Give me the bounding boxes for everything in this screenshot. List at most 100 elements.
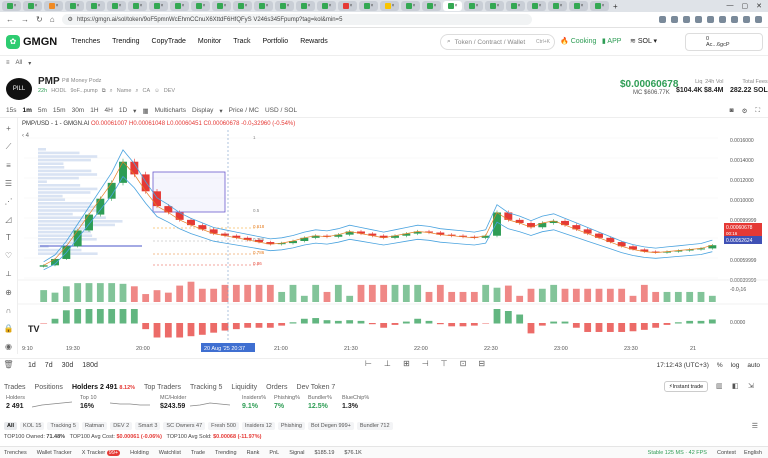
percent-toggle[interactable]: %	[717, 362, 723, 369]
settings-icon[interactable]: ⚙	[742, 107, 748, 115]
trendline-icon[interactable]: ⟋	[6, 142, 12, 152]
footer-rank[interactable]: Rank	[247, 450, 260, 456]
browser-tab[interactable]: ×	[233, 1, 252, 11]
range-1d[interactable]: 1d	[28, 362, 36, 369]
footer-trenches[interactable]: Trenches	[4, 450, 27, 456]
chip-fresh[interactable]: Fresh 500	[208, 422, 239, 430]
fib-icon[interactable]: ☰	[5, 179, 12, 188]
logo[interactable]: ✿ GMGN	[6, 34, 57, 49]
close-icon[interactable]: ×	[77, 3, 80, 9]
footer-language[interactable]: English	[744, 450, 762, 456]
browser-tab[interactable]: ×	[107, 1, 126, 11]
heart-icon[interactable]: ♡	[5, 251, 12, 260]
close-icon[interactable]: ×	[140, 3, 143, 9]
nav-portfolio[interactable]: Portfolio	[263, 38, 289, 45]
tab-trades[interactable]: Trades	[4, 384, 26, 391]
crosshair-icon[interactable]: +	[6, 124, 11, 133]
draw-tool-icon[interactable]: ⊞	[403, 359, 410, 368]
maximize-button[interactable]: ▢	[742, 2, 749, 10]
close-window-button[interactable]: ✕	[756, 2, 762, 10]
interval-1m[interactable]: 1m	[22, 107, 31, 114]
close-icon[interactable]: ×	[287, 3, 290, 9]
close-icon[interactable]: ×	[602, 3, 605, 9]
browser-tab[interactable]: ×	[338, 1, 357, 11]
instant-trade-button[interactable]: ⚡ Instant trade	[664, 381, 708, 392]
browser-tab[interactable]: ×	[128, 1, 147, 11]
footer-signal[interactable]: Signal	[289, 450, 304, 456]
browser-tab[interactable]: ×	[548, 1, 567, 11]
footer-holding[interactable]: Holding	[130, 450, 149, 456]
site-info-icon[interactable]: ⚙	[68, 16, 73, 23]
chain-selector[interactable]: ≋ SOL ▾	[630, 37, 657, 45]
close-icon[interactable]: ×	[434, 3, 437, 9]
close-icon[interactable]: ×	[518, 3, 521, 9]
collapse-legend-button[interactable]: ‹ 4	[22, 133, 29, 139]
draw-tool-icon[interactable]: ⊢	[365, 359, 372, 368]
chip-smart[interactable]: Smart 3	[135, 422, 161, 430]
extension-icon[interactable]	[683, 16, 690, 23]
tab-orders[interactable]: Orders	[266, 384, 287, 391]
footer-pnl[interactable]: PnL	[269, 450, 279, 456]
range-30d[interactable]: 30d	[62, 362, 74, 369]
interval-5m[interactable]: 5m	[38, 107, 47, 114]
filter-settings-icon[interactable]: ☰	[752, 422, 758, 430]
close-icon[interactable]: ×	[14, 3, 17, 9]
close-icon[interactable]: ×	[224, 3, 227, 9]
extension-icon[interactable]	[731, 16, 738, 23]
fullscreen-icon[interactable]: ⛶	[755, 107, 760, 115]
close-icon[interactable]: ×	[350, 3, 353, 9]
browser-tab[interactable]: ×	[275, 1, 294, 11]
cooking-button[interactable]: 🔥 Cooking	[560, 37, 596, 46]
tab-top-traders[interactable]: Top Traders	[144, 384, 181, 391]
close-icon[interactable]: ×	[119, 3, 122, 9]
chip-all[interactable]: All	[4, 422, 18, 430]
browser-tab[interactable]: ×	[191, 1, 210, 11]
pattern-icon[interactable]: ⋰	[5, 197, 13, 206]
auto-toggle[interactable]: auto	[747, 362, 760, 369]
close-icon[interactable]: ×	[203, 3, 206, 9]
nav-trenches[interactable]: Trenches	[71, 38, 100, 45]
close-icon[interactable]: ×	[581, 3, 584, 9]
nav-copytrade[interactable]: CopyTrade	[152, 38, 186, 45]
link-dev[interactable]: DEV	[164, 88, 175, 95]
tab-tracking[interactable]: Tracking 5	[190, 384, 222, 391]
close-icon[interactable]: ×	[35, 3, 38, 9]
chip-dev[interactable]: DEV 2	[110, 422, 133, 430]
zoom-icon[interactable]: ⊕	[5, 288, 12, 297]
extension-icon[interactable]	[695, 16, 702, 23]
new-tab-button[interactable]: +	[613, 2, 618, 11]
link-name[interactable]: Name	[117, 88, 132, 95]
search-icon[interactable]: ⌕	[110, 88, 113, 95]
interval-1d[interactable]: 1D	[119, 107, 127, 114]
profile-icon[interactable]	[743, 16, 750, 23]
footer-contest[interactable]: Contest	[717, 450, 736, 456]
magnet-icon[interactable]: ∩	[6, 306, 12, 315]
footer-trending[interactable]: Trending	[215, 450, 237, 456]
chip-phishing[interactable]: Phishing	[277, 422, 305, 430]
tab-holders[interactable]: Holders 2 491 8.12%	[72, 384, 135, 391]
chip-sc-owners[interactable]: SC Owners 47	[163, 422, 206, 430]
app-button[interactable]: ▮ APP	[602, 37, 621, 45]
layout-icon[interactable]: ▥	[716, 382, 723, 390]
horizontal-lines-icon[interactable]: ≡	[6, 161, 11, 170]
close-icon[interactable]: ×	[161, 3, 164, 9]
nav-rewards[interactable]: Rewards	[300, 38, 328, 45]
extension-icon[interactable]	[671, 16, 678, 23]
display-button[interactable]: Display	[192, 107, 213, 114]
expand-icon[interactable]: ⇲	[748, 382, 754, 390]
token-avatar[interactable]: PILL	[6, 78, 32, 100]
range-7d[interactable]: 7d	[45, 362, 53, 369]
footer-trade[interactable]: Trade	[191, 450, 205, 456]
chip-bundler[interactable]: Bundler 712	[356, 422, 393, 430]
forward-icon[interactable]: →	[21, 15, 29, 24]
extension-icon[interactable]	[719, 16, 726, 23]
currency-toggle[interactable]: USD / SOL	[265, 107, 297, 114]
chip-kol[interactable]: KOL 15	[20, 422, 45, 430]
filter-icon[interactable]: ≡	[6, 60, 10, 66]
close-icon[interactable]: ×	[308, 3, 311, 9]
close-icon[interactable]: ×	[476, 3, 479, 9]
close-icon[interactable]: ×	[371, 3, 374, 9]
price-mc-toggle[interactable]: Price / MC	[229, 107, 259, 114]
browser-tab[interactable]: ×	[359, 1, 378, 11]
url-field[interactable]: ⚙ https://gmgn.ai/sol/token/9oF5pmnWcEhm…	[61, 14, 532, 25]
